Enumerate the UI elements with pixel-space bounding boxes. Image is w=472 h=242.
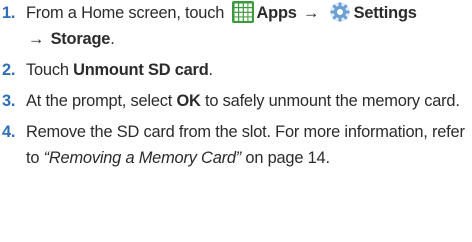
- step-prefix: From a Home screen, touch: [26, 4, 225, 22]
- step-2: 2. Touch Unmount SD card.: [0, 57, 472, 83]
- apps-label: Apps: [256, 4, 297, 22]
- reference-link-text: “Removing a Memory Card”: [43, 149, 242, 167]
- step-1: 1. From a Home screen, touch Apps → Sett…: [0, 0, 472, 52]
- step-number: 1.: [2, 4, 16, 22]
- settings-label: Settings: [353, 4, 417, 22]
- step-suffix: on page 14.: [245, 149, 330, 167]
- step-number: 2.: [2, 61, 16, 79]
- arrow: →: [28, 30, 45, 48]
- unmount-sd-label: Unmount SD card: [73, 61, 209, 79]
- step-prefix: At the prompt, select: [26, 92, 173, 110]
- settings-gear-icon: [329, 2, 350, 22]
- ok-label: OK: [176, 92, 201, 110]
- step-suffix: .: [110, 30, 115, 48]
- step-4: 4. Remove the SD card from the slot. For…: [0, 119, 472, 171]
- step-suffix: .: [208, 61, 214, 79]
- instruction-page: 1. From a Home screen, touch Apps → Sett…: [0, 0, 472, 242]
- apps-grid-icon: [231, 1, 254, 23]
- arrow: →: [303, 4, 320, 22]
- step-3: 3. At the prompt, select OK to safely un…: [0, 88, 472, 114]
- steps-list: 1. From a Home screen, touch Apps → Sett…: [0, 0, 472, 171]
- step-text: At the prompt, select OK to safely unmou…: [26, 92, 460, 110]
- step-suffix: to safely unmount the memory card.: [205, 92, 460, 110]
- step-text: From a Home screen, touch Apps → Setting…: [26, 1, 417, 48]
- step-text: Touch Unmount SD card.: [26, 61, 213, 79]
- step-number: 3.: [2, 92, 16, 110]
- step-number: 4.: [2, 123, 16, 141]
- step-text: Remove the SD card from the slot. For mo…: [26, 123, 465, 167]
- storage-label: Storage: [50, 30, 111, 48]
- step-prefix: Touch: [26, 61, 69, 79]
